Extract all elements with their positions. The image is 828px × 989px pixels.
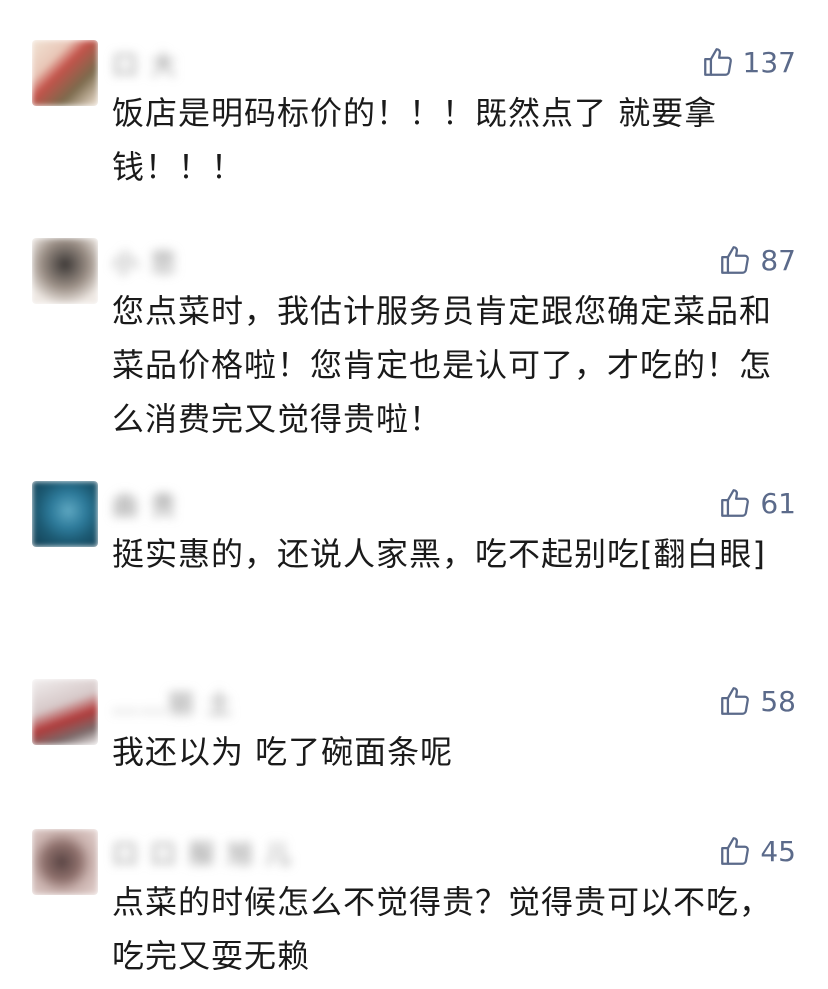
like-button[interactable]: 45: [718, 831, 796, 871]
thumbs-up-icon: [701, 45, 735, 79]
comment-text: 我还以为 吃了碗面条呢: [112, 733, 454, 771]
like-button[interactable]: 137: [701, 42, 796, 82]
comment-text: 您点菜时，我估计服务员肯定跟您确定菜品和菜品价格啦！您肯定也是认可了，才吃的！怎…: [112, 292, 773, 438]
like-count: 87: [760, 243, 796, 277]
avatar-image: [32, 829, 98, 895]
comment-text: 挺实惠的，还说人家黑，吃不起别吃[翻白眼]: [112, 535, 766, 573]
avatar[interactable]: [32, 679, 98, 745]
comment-text: 饭店是明码标价的！！！既然点了 就要拿钱！！！: [112, 94, 718, 186]
avatar[interactable]: [32, 40, 98, 106]
username[interactable]: 口 口 服 旭 儿: [112, 835, 293, 870]
thumbs-up-icon: [718, 834, 752, 868]
avatar-image: [32, 679, 98, 745]
username[interactable]: 曲 贵: [112, 487, 178, 522]
like-count: 61: [760, 486, 796, 520]
like-button[interactable]: 61: [718, 483, 796, 523]
username[interactable]: ……丽 土: [112, 685, 234, 720]
avatar[interactable]: [32, 238, 98, 304]
like-button[interactable]: 87: [718, 240, 796, 280]
like-button[interactable]: 58: [718, 681, 796, 721]
like-count: 45: [760, 834, 796, 868]
thumbs-up-icon: [718, 486, 752, 520]
avatar-image: [32, 40, 98, 106]
comment-text: 点菜的时候怎么不觉得贵？觉得贵可以不吃，吃完又耍无赖: [112, 883, 773, 975]
thumbs-up-icon: [718, 684, 752, 718]
avatar[interactable]: [32, 481, 98, 547]
like-count: 137: [742, 45, 796, 79]
username[interactable]: 小 悲: [112, 244, 178, 279]
avatar-image: [32, 481, 98, 547]
username[interactable]: 口 大: [112, 46, 178, 81]
thumbs-up-icon: [718, 243, 752, 277]
like-count: 58: [760, 684, 796, 718]
avatar[interactable]: [32, 829, 98, 895]
avatar-image: [32, 238, 98, 304]
